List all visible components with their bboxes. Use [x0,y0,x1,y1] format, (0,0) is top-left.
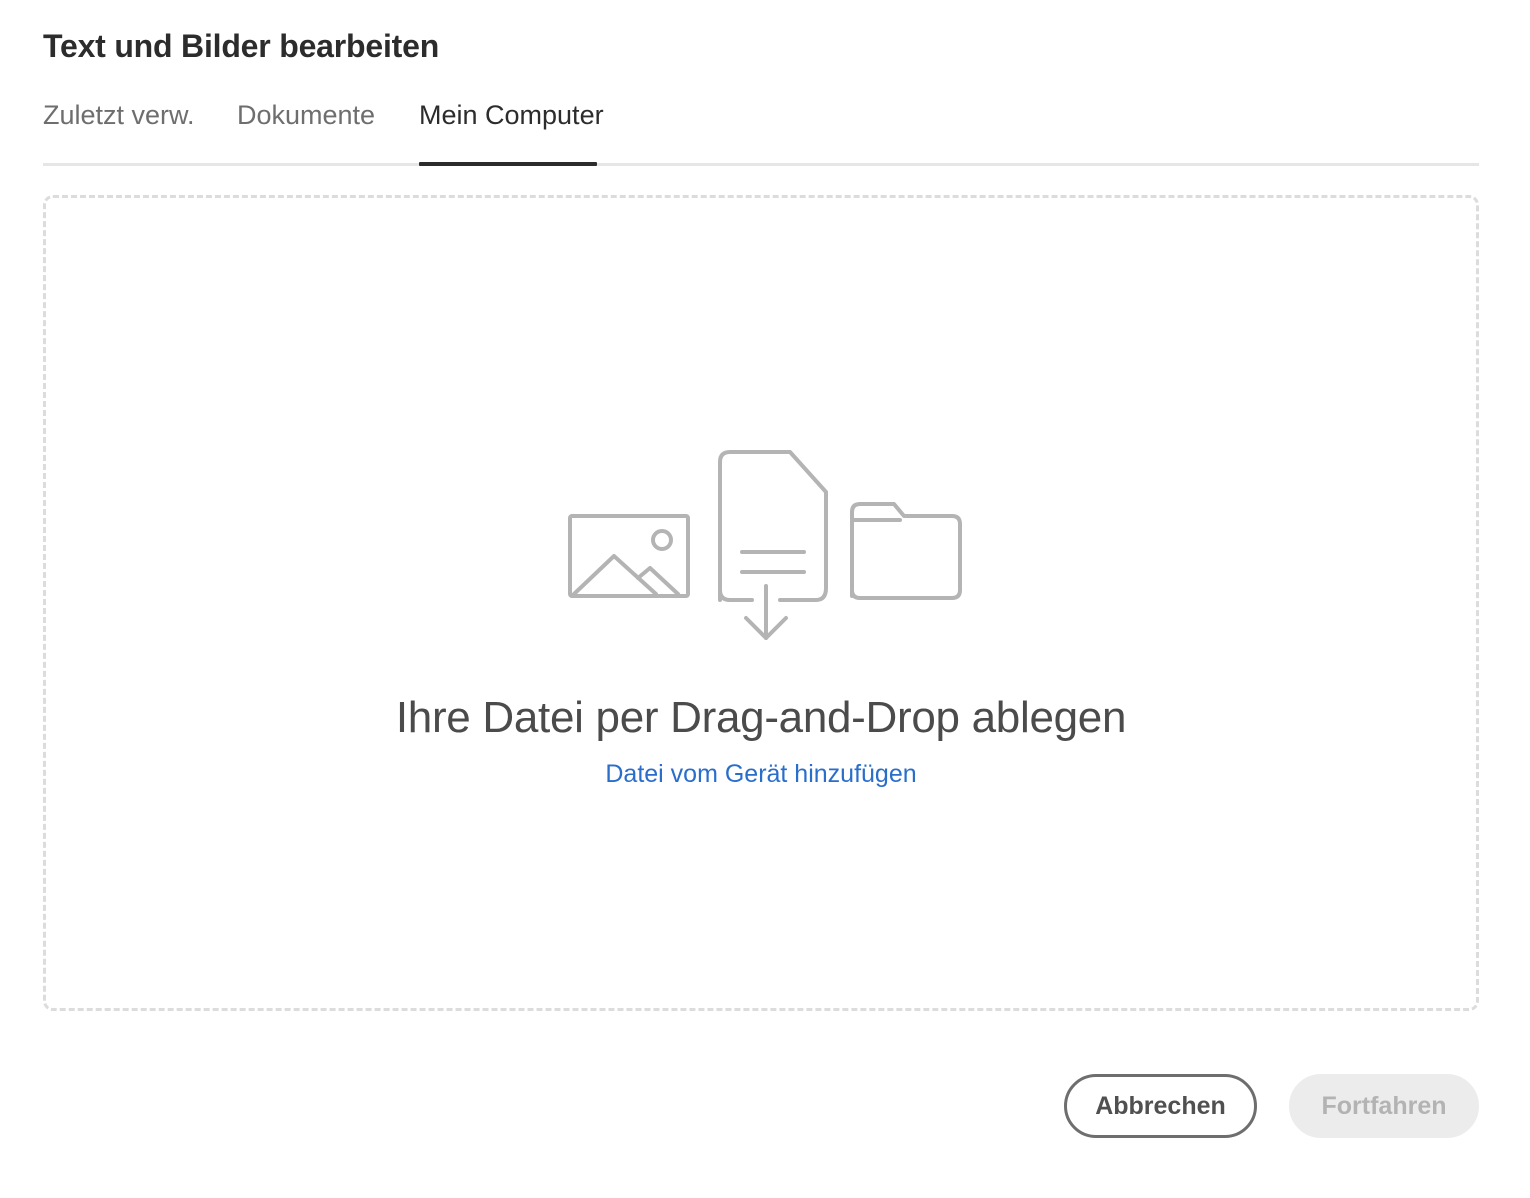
cancel-button[interactable]: Abbrechen [1064,1074,1257,1138]
tab-recent[interactable]: Zuletzt verw. [43,96,195,163]
image-icon [568,514,690,598]
tab-my-computer[interactable]: Mein Computer [419,96,604,166]
edit-text-images-dialog: Text und Bilder bearbeiten Zuletzt verw.… [0,0,1530,1198]
add-file-from-device-link[interactable]: Datei vom Gerät hinzufügen [605,760,916,788]
tab-documents[interactable]: Dokumente [237,96,375,163]
dropzone-title: Ihre Datei per Drag-and-Drop ablegen [395,693,1127,742]
document-download-icon [718,450,828,640]
folder-icon [850,502,962,600]
upload-illustration [568,450,962,640]
file-dropzone[interactable]: Ihre Datei per Drag-and-Drop ablegen Dat… [43,195,1479,1011]
source-tabs: Zuletzt verw. Dokumente Mein Computer [43,96,1479,166]
add-file-from-device-container: Datei vom Gerät hinzufügen [46,756,1476,792]
dialog-title: Text und Bilder bearbeiten [43,28,440,64]
continue-button[interactable]: Fortfahren [1289,1074,1479,1138]
